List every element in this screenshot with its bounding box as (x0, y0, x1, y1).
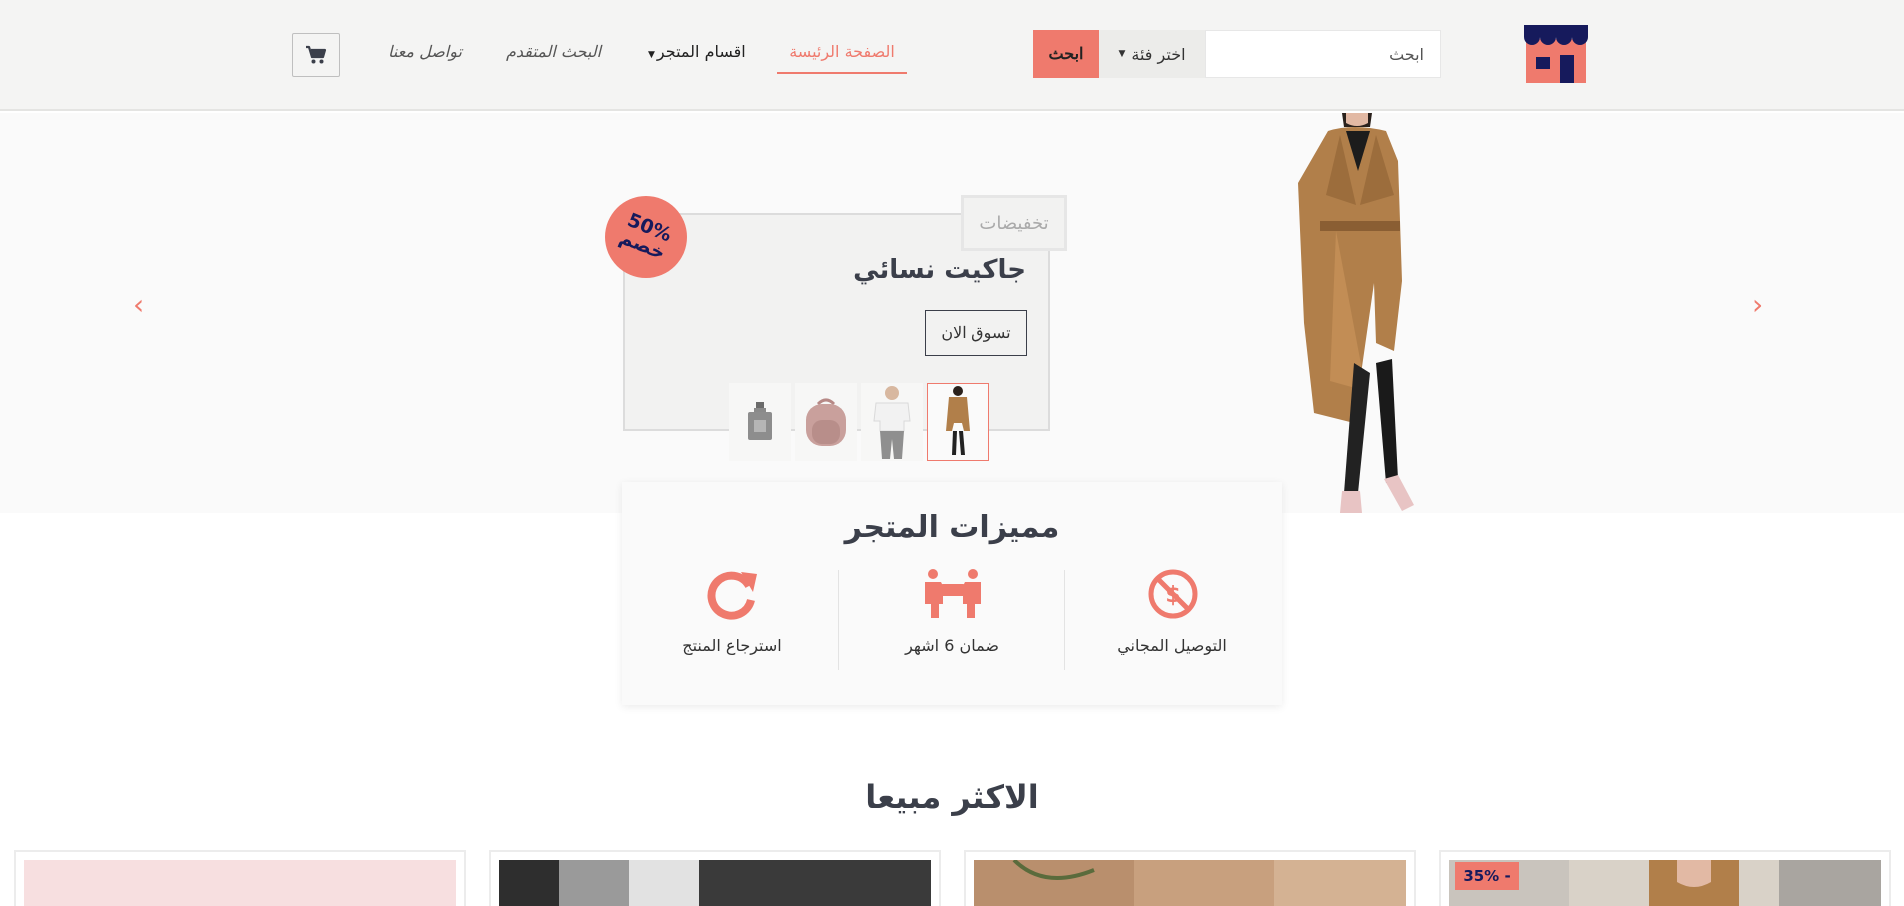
hero-model-image (1298, 113, 1414, 513)
sale-badge: 35% - (1455, 862, 1519, 890)
thumbnail-backpack[interactable] (795, 383, 857, 461)
svg-text:$: $ (1165, 583, 1180, 608)
product-image (499, 860, 931, 906)
best-sellers-title: الاكثر مبيعا (865, 778, 1039, 816)
product-card[interactable] (14, 850, 466, 906)
product-card[interactable] (489, 850, 941, 906)
chevron-down-icon: ▼ (1118, 49, 1126, 59)
product-card[interactable] (964, 850, 1416, 906)
coat-woman-icon (946, 386, 970, 455)
hero-slider: ‹ › جاكيت نسائي تسوق الان تخفيضات 50% خص… (0, 113, 1904, 513)
slider-thumbnails (729, 383, 989, 461)
chevron-down-icon: ▼ (648, 50, 655, 60)
store-logo[interactable] (1524, 25, 1588, 83)
search-button[interactable]: ابحث (1033, 30, 1099, 78)
free-delivery-icon: $ (1148, 569, 1198, 619)
feature-free-delivery: $ التوصيل المجاني (1062, 568, 1282, 668)
features-title: مميزات المتجر (844, 510, 1060, 545)
nav-home[interactable]: الصفحة الرئيسة (777, 40, 907, 74)
feature-label: ضمان 6 اشهر (905, 636, 999, 655)
nav-contact[interactable]: تواصل معنا (388, 40, 462, 74)
cart-button[interactable] (292, 33, 340, 77)
pink-backpack-icon (806, 398, 846, 446)
nav-categories[interactable]: ▼ اقسام المتجر (648, 40, 746, 74)
shopping-cart-icon (306, 45, 327, 64)
sale-tag: تخفيضات (961, 195, 1067, 251)
thumbnail-perfume[interactable] (729, 383, 791, 461)
product-image (24, 860, 456, 906)
search-bar: ابحث ▼ اختر فئة ابحث (1033, 30, 1441, 78)
site-header: ابحث ▼ اختر فئة ابحث الصفحة الرئيسة ▼ اقس… (0, 0, 1904, 111)
category-select-label: اختر فئة (1131, 44, 1186, 64)
man-tshirt-icon (873, 386, 911, 459)
product-image (974, 858, 1406, 906)
promo-title: جاكيت نسائي (853, 255, 1026, 285)
category-select[interactable]: ▼ اختر فئة (1099, 30, 1205, 78)
feature-return: استرجاع المنتج (622, 568, 842, 668)
slider-next-arrow-icon[interactable]: › (1752, 291, 1763, 319)
warranty-icon (925, 569, 981, 618)
feature-label: استرجاع المنتج (682, 636, 782, 655)
nav-categories-label: اقسام المتجر (656, 42, 746, 61)
feature-label: التوصيل المجاني (1117, 636, 1227, 655)
nav-advanced-search[interactable]: البحث المتقدم (506, 40, 601, 74)
return-icon (707, 571, 757, 620)
discount-badge: 50% خصم (605, 196, 687, 278)
perfume-bottle-icon (748, 402, 772, 440)
feature-divider (1064, 570, 1065, 670)
thumbnail-coat-woman[interactable] (927, 383, 989, 461)
slider-prev-arrow-icon[interactable]: ‹ (133, 291, 144, 319)
product-card[interactable]: 35% - (1439, 850, 1891, 906)
thumbnail-man-tshirt[interactable] (861, 383, 923, 461)
feature-warranty: ضمان 6 اشهر (842, 568, 1062, 668)
store-features: مميزات المتجر $ التوصيل المجاني ضمان 6 ا… (622, 482, 1282, 705)
search-input[interactable]: ابحث (1205, 30, 1441, 78)
shop-now-button[interactable]: تسوق الان (925, 310, 1027, 356)
